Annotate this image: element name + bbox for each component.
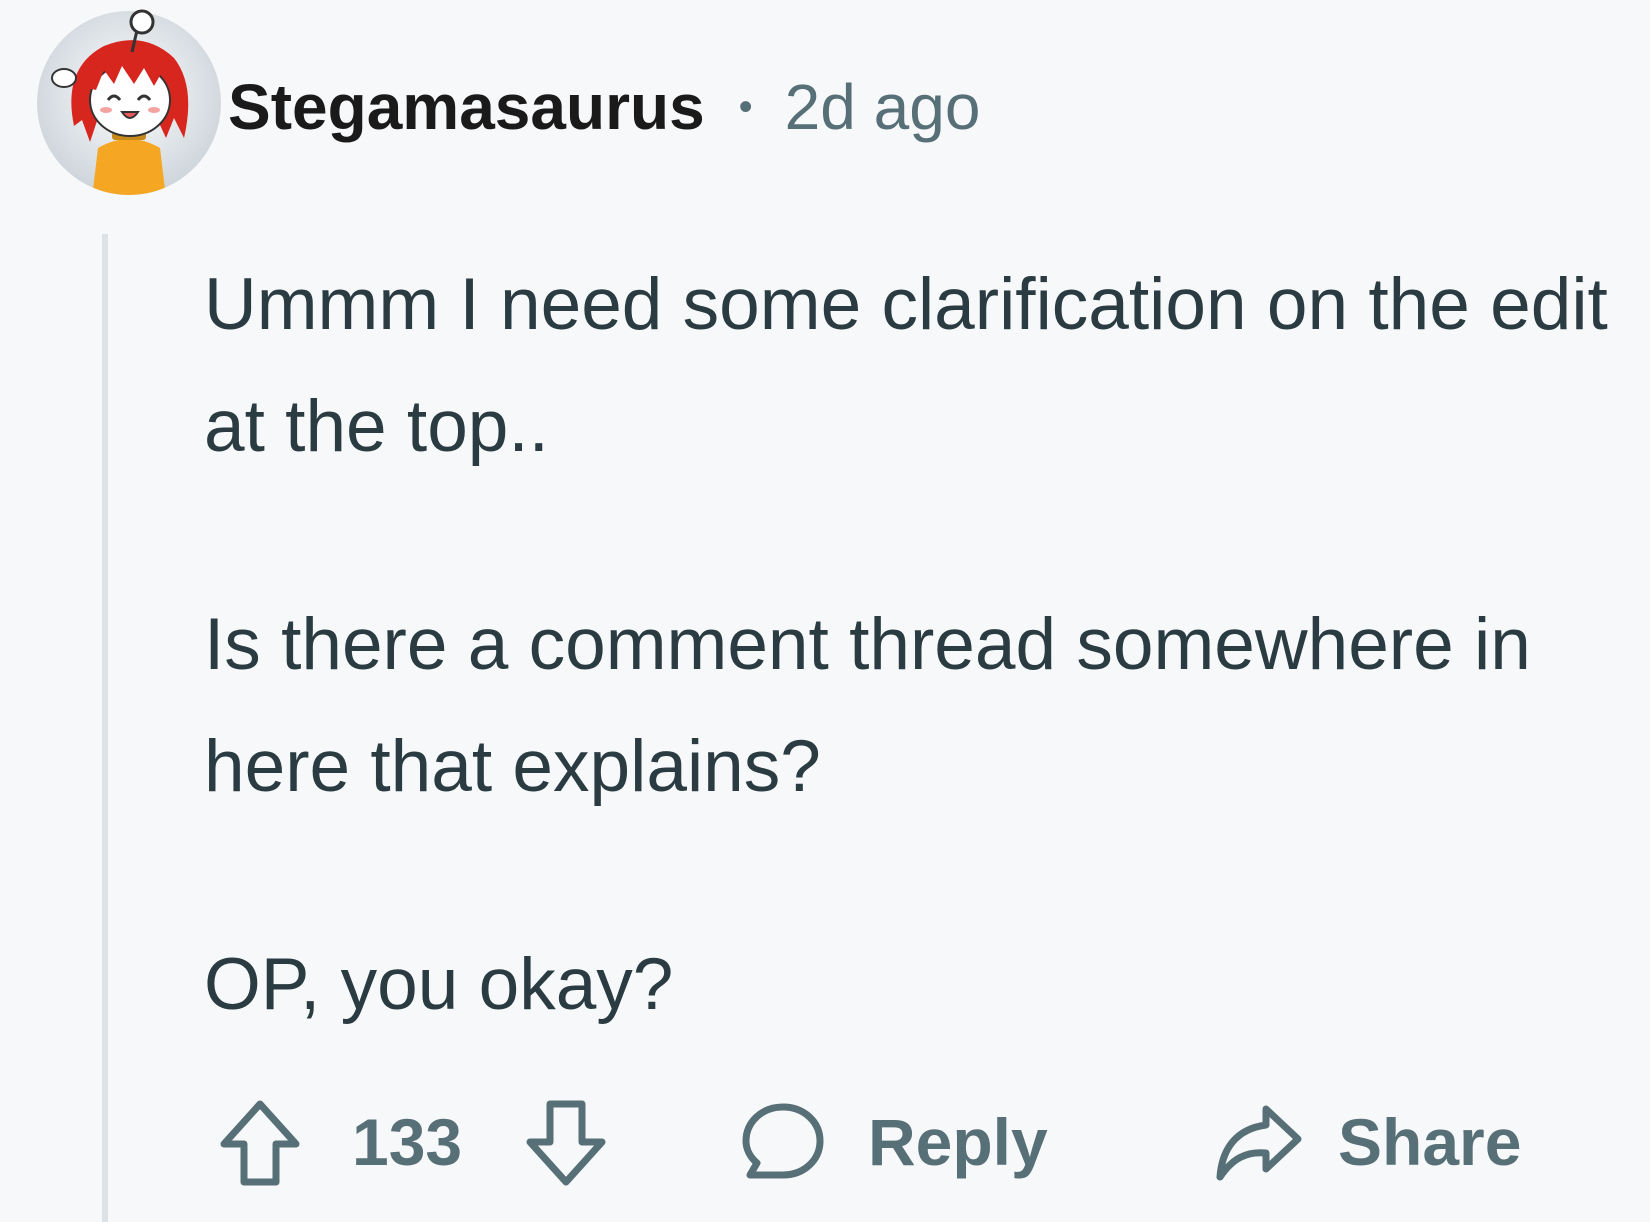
- speech-bubble-icon: [740, 1099, 826, 1185]
- reply-button[interactable]: Reply: [740, 1092, 1048, 1192]
- vote-count: 133: [352, 1092, 462, 1192]
- arrow-down-icon: [524, 1098, 608, 1188]
- comment: Stegamasaurus • 2d ago Ummm I need some …: [0, 0, 1650, 1222]
- share-label: Share: [1338, 1105, 1522, 1179]
- username[interactable]: Stegamasaurus: [228, 70, 705, 144]
- thread-line[interactable]: [102, 234, 108, 1222]
- comment-actions: 133 Reply Share: [0, 1092, 1650, 1202]
- vote-count-label: 133: [352, 1105, 463, 1179]
- avatar[interactable]: [34, 8, 224, 198]
- downvote-button[interactable]: [524, 1098, 608, 1188]
- arrow-up-icon: [218, 1098, 302, 1188]
- avatar-icon: [37, 9, 221, 195]
- reply-label: Reply: [868, 1105, 1048, 1179]
- comment-paragraph: Is there a comment thread somewhere in h…: [204, 604, 1531, 807]
- separator-dot: •: [738, 84, 753, 129]
- timestamp[interactable]: 2d ago: [785, 70, 981, 144]
- comment-paragraph: OP, you okay?: [204, 944, 674, 1025]
- upvote-button[interactable]: [218, 1098, 302, 1188]
- share-arrow-icon: [1212, 1099, 1304, 1185]
- comment-header: Stegamasaurus • 2d ago: [228, 62, 980, 152]
- comment-body: Ummm I need some clarification on the ed…: [204, 244, 1624, 1046]
- comment-paragraph: Ummm I need some clarification on the ed…: [204, 264, 1608, 467]
- share-button[interactable]: Share: [1212, 1092, 1521, 1192]
